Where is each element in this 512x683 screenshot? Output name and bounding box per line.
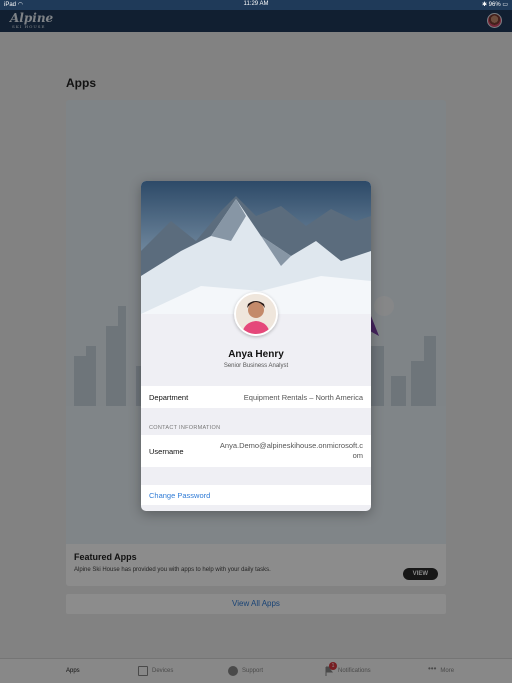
change-password-row[interactable]: Change Password [141, 485, 371, 505]
username-row: Username Anya.Demo@alpineskihouse.onmicr… [141, 435, 371, 467]
department-row: Department Equipment Rentals – North Ame… [141, 386, 371, 408]
status-battery: ✱ 96% ▭ [481, 2, 508, 8]
status-time: 11:29 AM [243, 1, 269, 7]
contact-information-header: CONTACT INFORMATION [149, 425, 221, 431]
department-label: Department [149, 393, 189, 402]
profile-name: Anya Henry [228, 349, 284, 360]
profile-photo [234, 292, 278, 336]
status-bar: iPad ◠ 11:29 AM ✱ 96% ▭ [0, 0, 512, 10]
change-password-link[interactable]: Change Password [149, 491, 210, 500]
department-value: Equipment Rentals – North America [243, 393, 363, 402]
profile-role: Senior Business Analyst [223, 363, 289, 369]
username-label: Username [149, 447, 184, 456]
profile-card-modal: Anya Henry Senior Business Analyst Depar… [141, 181, 371, 511]
username-value: Anya.Demo@alpineskihouse.onmicrosoft.c o… [219, 441, 363, 460]
